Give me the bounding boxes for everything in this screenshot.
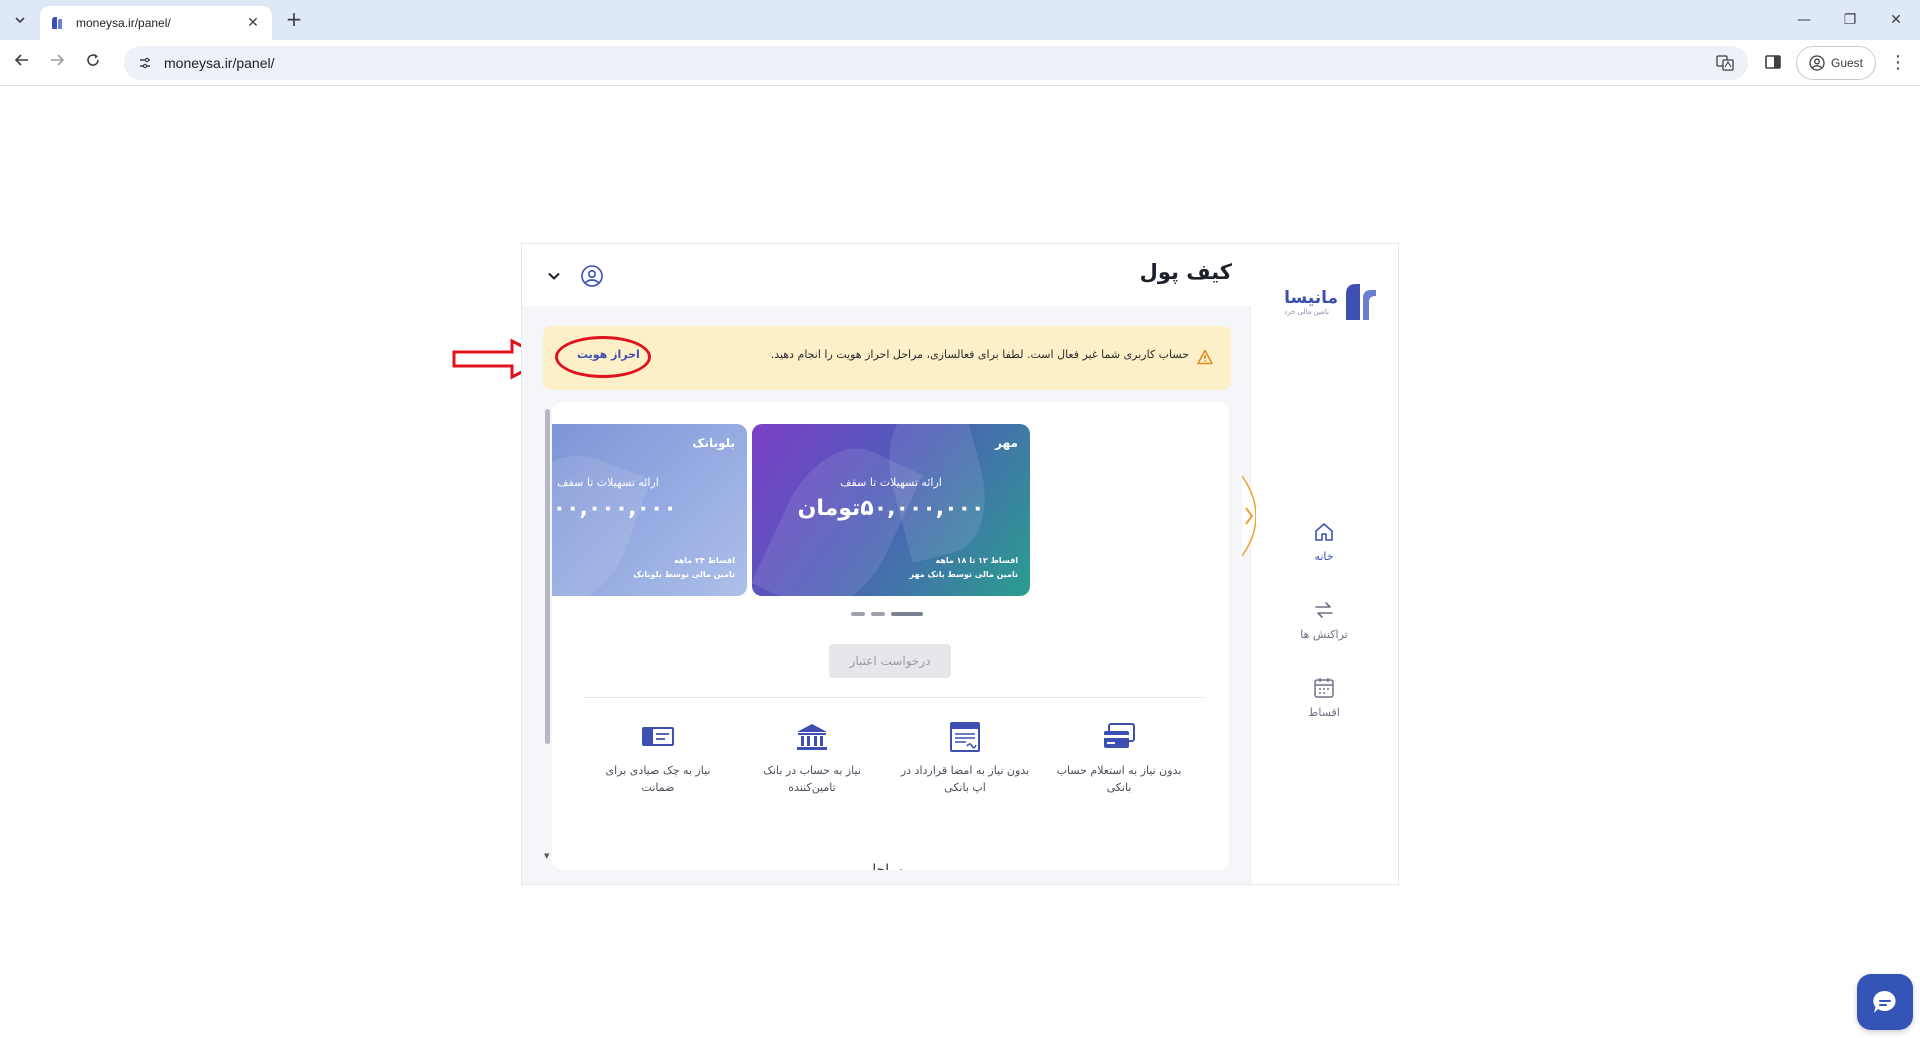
- feature-no-bank-inquiry: بدون نیاز به استعلام حساب بانکی: [1049, 722, 1189, 796]
- card-amount: ۱۰۰,۰۰۰,۰۰۰: [552, 496, 677, 521]
- arrow-right-icon: [51, 54, 65, 66]
- carousel-dot[interactable]: [851, 612, 865, 616]
- cheque-icon: [642, 727, 674, 746]
- carousel-dot-active[interactable]: [891, 612, 923, 616]
- alert-message: حساب کاربری شما غیر فعال است. لطفا برای …: [770, 348, 1189, 361]
- card-icon: [1104, 723, 1135, 748]
- content-scrollbar[interactable]: [545, 409, 550, 744]
- feature-bank-account-required: نیاز به حساب در بانک تامین‌کننده: [742, 722, 882, 796]
- steps-heading: مراحل: [866, 862, 905, 870]
- nav-label-transactions: تراکنش ها: [1300, 628, 1348, 641]
- restore-button[interactable]: ❐: [1830, 6, 1870, 34]
- chat-bubble-icon: [1873, 990, 1896, 1013]
- chevron-down-icon: [15, 17, 25, 24]
- carousel-dot[interactable]: [871, 612, 885, 616]
- new-tab-button[interactable]: +: [282, 8, 306, 32]
- nav-item-home[interactable]: خانه: [1250, 520, 1398, 563]
- forward-button[interactable]: [44, 50, 70, 76]
- page-header: کیف پول: [522, 244, 1251, 306]
- feature-cheque-required: نیاز به چک صیادی برای ضمانت: [588, 722, 728, 796]
- card-installments: اقساط ۲۴ ماهه: [673, 556, 735, 565]
- side-panel-icon[interactable]: [1764, 53, 1782, 71]
- logo-name: مانیسا: [1284, 288, 1338, 308]
- tab-title: moneysa.ir/panel/: [76, 16, 171, 30]
- warning-icon: [1197, 349, 1213, 365]
- reload-button[interactable]: [80, 50, 106, 76]
- close-tab-icon[interactable]: ✕: [244, 15, 262, 31]
- feature-text: بدون نیاز به استعلام حساب بانکی: [1056, 764, 1182, 794]
- bank-icon: [797, 724, 827, 750]
- close-window-button[interactable]: ✕: [1876, 6, 1916, 34]
- browser-tab-bar: moneysa.ir/panel/ ✕ + — ❐ ✕: [0, 0, 1920, 40]
- profile-button[interactable]: Guest: [1796, 46, 1876, 80]
- annotation-highlight-ring: [555, 336, 651, 378]
- logo-text: مانیسا تامین مالی خرد: [1284, 288, 1338, 316]
- page-title: کیف پول: [1139, 260, 1232, 284]
- card-amount: ۵۰,۰۰۰,۰۰۰تومان: [797, 496, 985, 521]
- url-text: moneysa.ir/panel/: [164, 55, 275, 71]
- reload-icon: [87, 54, 99, 66]
- loan-card-mehr[interactable]: مهر ارائه تسهیلات تا سقف ۵۰,۰۰۰,۰۰۰تومان…: [752, 424, 1030, 596]
- translate-icon[interactable]: [1716, 54, 1734, 72]
- scroll-down-arrow-icon[interactable]: ▼: [544, 852, 549, 860]
- transactions-icon: [1315, 602, 1333, 618]
- card-bank-name: مهر: [995, 436, 1018, 450]
- back-button[interactable]: [9, 50, 35, 76]
- card-funded-by: تامین مالی توسط بلوبانک: [633, 570, 735, 579]
- moneysa-favicon-icon: [52, 17, 62, 29]
- nav-item-transactions[interactable]: تراکنش ها: [1250, 598, 1398, 641]
- home-icon: [1315, 523, 1333, 541]
- browser-menu-icon[interactable]: ⋮: [1888, 50, 1908, 76]
- inactive-account-alert: حساب کاربری شما غیر فعال است. لطفا برای …: [543, 326, 1231, 390]
- profile-label: Guest: [1830, 56, 1863, 70]
- card-installments: اقساط ۱۲ تا ۱۸ ماهه: [935, 556, 1018, 565]
- person-icon: [1809, 55, 1825, 71]
- loan-card-blubank[interactable]: بلوبانک ارائه تسهیلات تا سقف ۱۰۰,۰۰۰,۰۰۰…: [552, 424, 747, 596]
- feature-text: بدون نیاز به امضا قرارداد در اپ بانکی: [900, 764, 1030, 794]
- sidebar: مانیسا تامین مالی خرد خانه تراکنش ها اقس…: [1242, 244, 1398, 884]
- moneysa-logo-icon: [1346, 284, 1376, 320]
- arrow-left-icon: [14, 54, 28, 66]
- card-subtitle: ارائه تسهیلات تا سقف: [557, 476, 659, 489]
- sidebar-collapse-chevron-icon[interactable]: [1242, 476, 1256, 556]
- nav-label-installments: اقساط: [1308, 706, 1340, 719]
- feature-text: نیاز به حساب در بانک تامین‌کننده: [763, 764, 861, 794]
- tab-search-button[interactable]: [8, 8, 32, 32]
- app-window: مانیسا تامین مالی خرد خانه تراکنش ها اقس…: [521, 243, 1399, 885]
- document-icon: [950, 722, 980, 752]
- support-chat-button[interactable]: [1857, 974, 1913, 1030]
- address-bar[interactable]: moneysa.ir/panel/: [124, 46, 1748, 80]
- card-bank-name: بلوبانک: [692, 436, 735, 450]
- browser-toolbar: moneysa.ir/panel/ Guest ⋮: [0, 40, 1920, 86]
- nav-label-home: خانه: [1314, 550, 1334, 563]
- screen: moneysa.ir/panel/ ✕ + — ❐ ✕ moneysa.ir/p…: [0, 0, 1920, 1038]
- feature-text: نیاز به چک صیادی برای ضمانت: [605, 764, 711, 794]
- carousel-indicators: [851, 612, 931, 618]
- logo-tagline: تامین مالی خرد: [1284, 308, 1329, 316]
- brand-logo[interactable]: مانیسا تامین مالی خرد: [1274, 280, 1378, 324]
- card-funded-by: تامین مالی توسط بانک مهر: [909, 570, 1019, 579]
- site-info-icon[interactable]: [136, 54, 154, 72]
- nav-item-installments[interactable]: اقساط: [1250, 676, 1398, 719]
- minimize-button[interactable]: —: [1784, 6, 1824, 34]
- user-avatar-icon[interactable]: [580, 264, 604, 288]
- main-content: بلوبانک ارائه تسهیلات تا سقف ۱۰۰,۰۰۰,۰۰۰…: [552, 402, 1229, 870]
- browser-tab[interactable]: moneysa.ir/panel/ ✕: [40, 6, 272, 40]
- chevron-down-icon[interactable]: [546, 268, 562, 284]
- feature-no-contract-sign: بدون نیاز به امضا قرارداد در اپ بانکی: [895, 722, 1035, 796]
- section-divider: [584, 697, 1204, 698]
- card-subtitle: ارائه تسهیلات تا سقف: [840, 476, 942, 489]
- calendar-icon: [1314, 678, 1334, 698]
- request-credit-button[interactable]: درخواست اعتبار: [829, 644, 951, 678]
